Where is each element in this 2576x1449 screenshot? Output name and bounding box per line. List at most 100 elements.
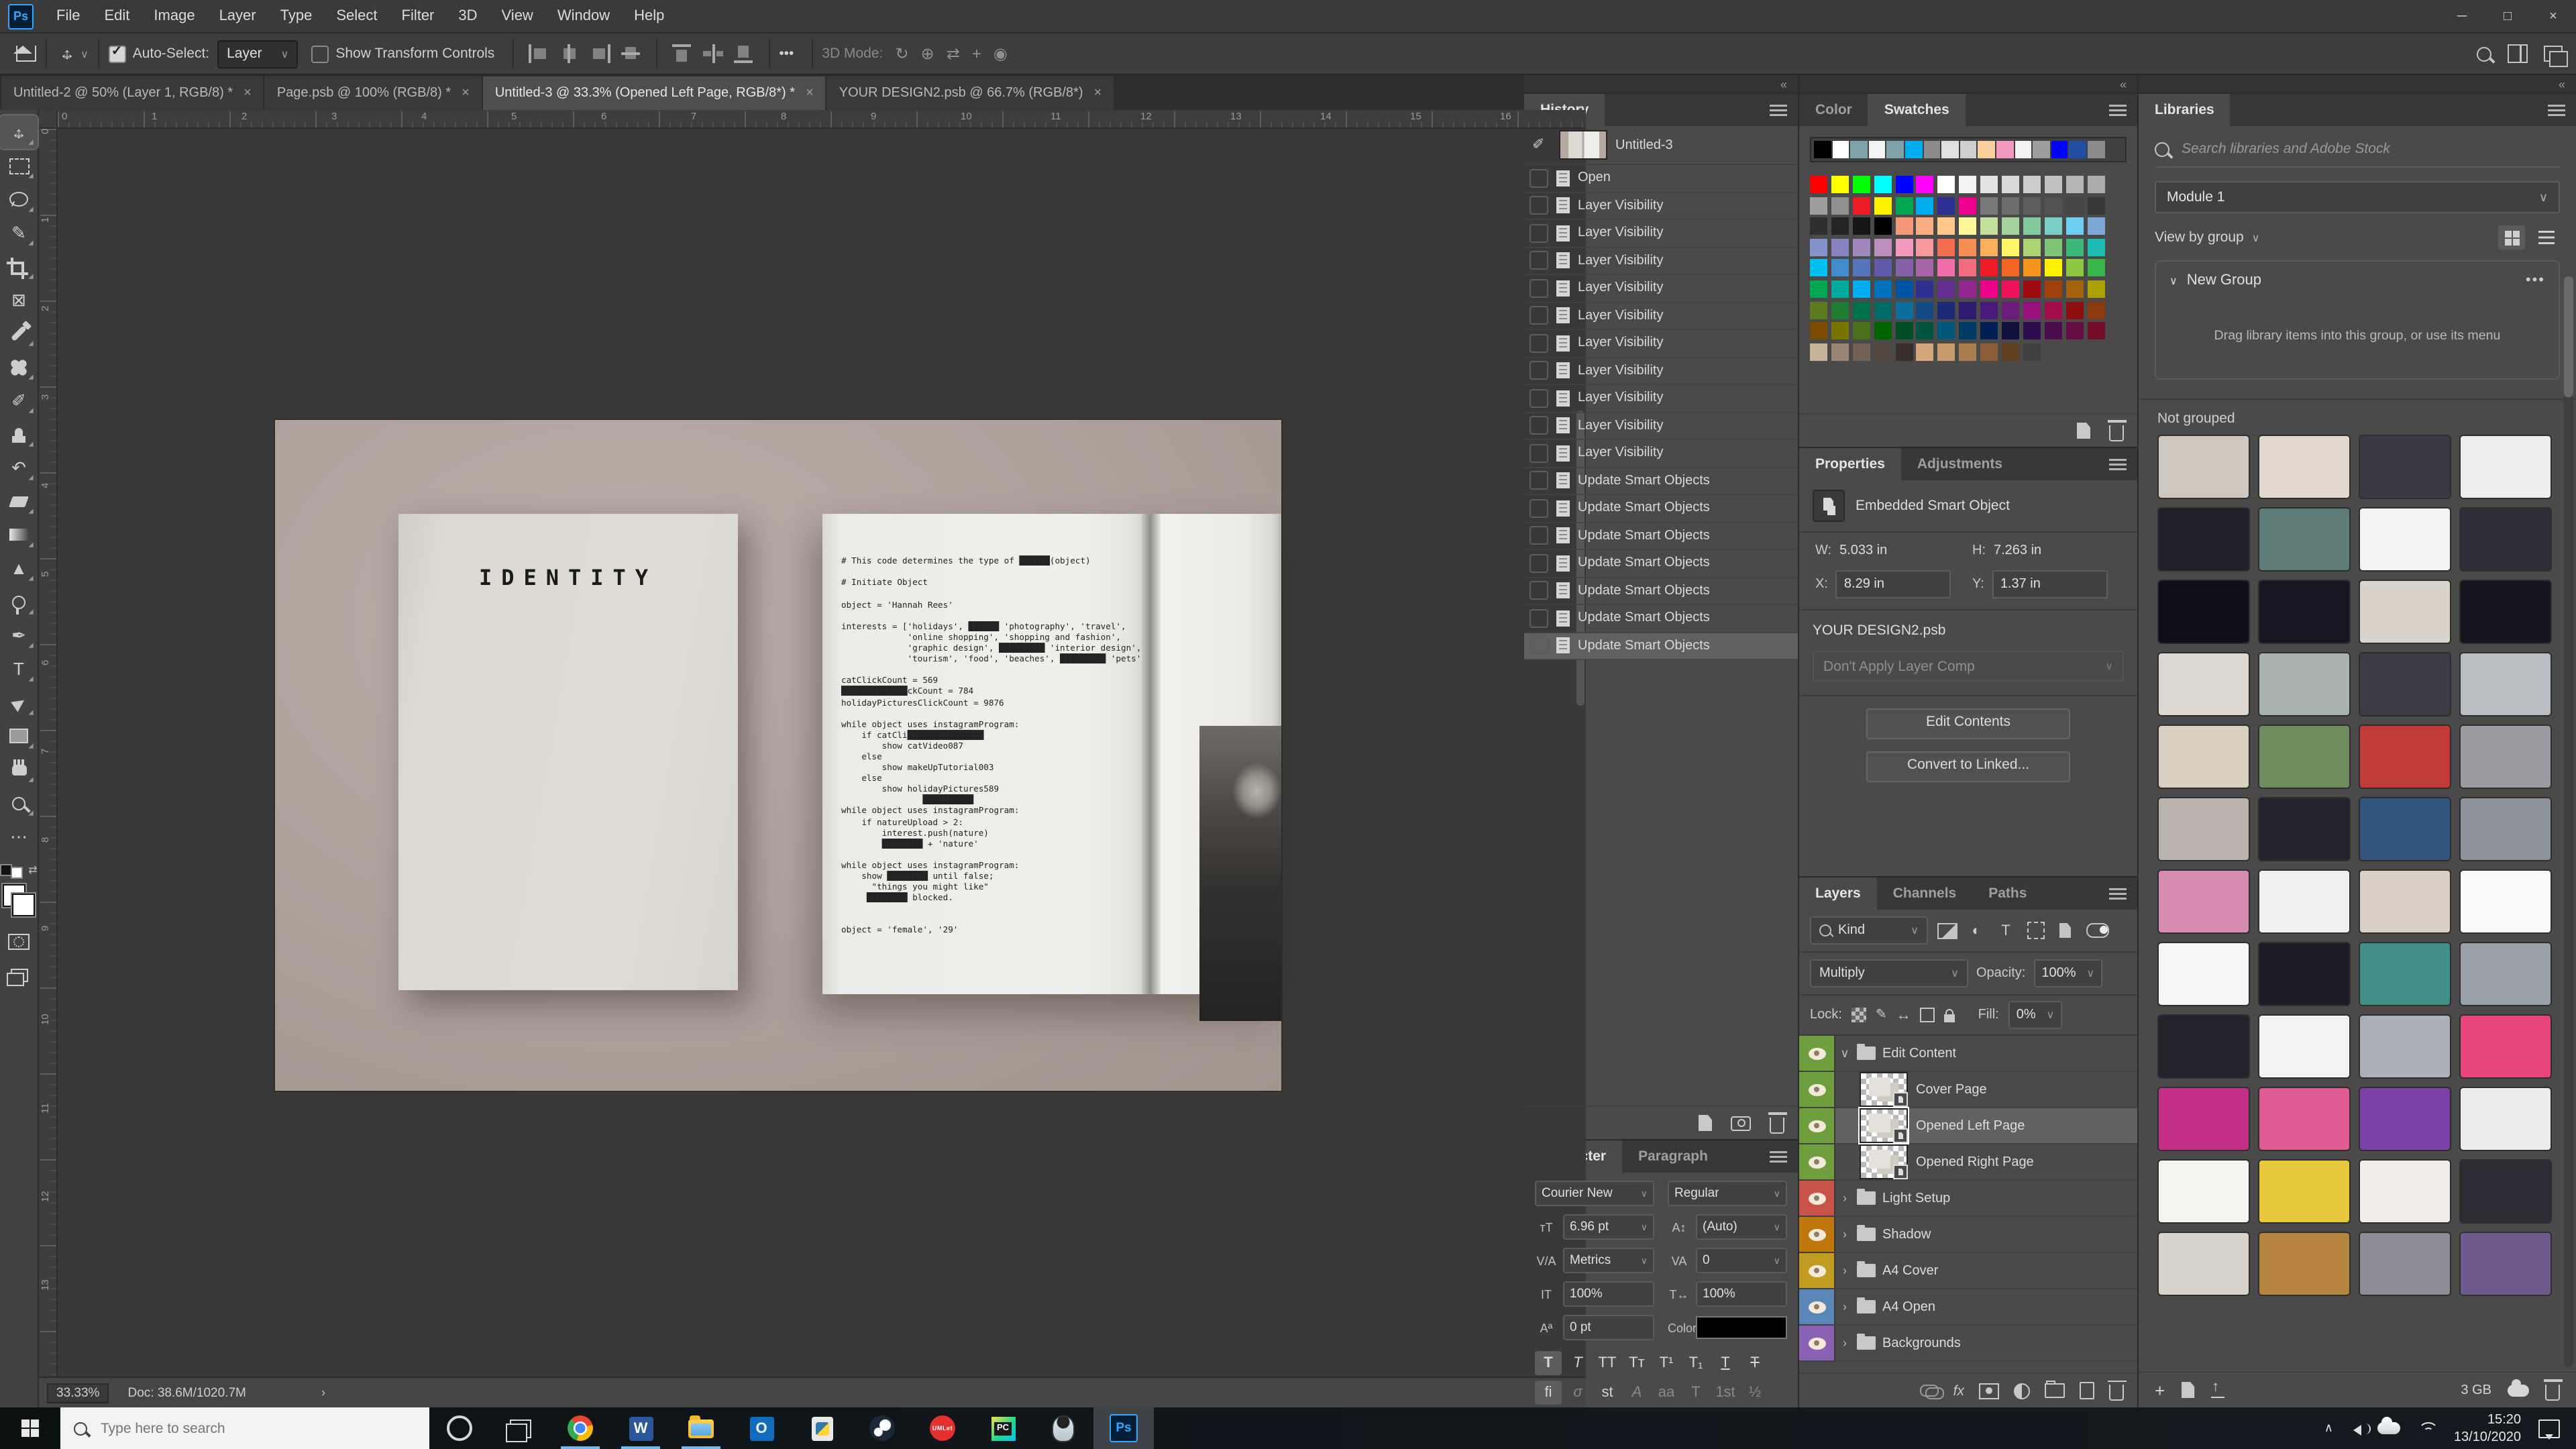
collapse-panels-icon[interactable]: « [1799, 75, 2137, 93]
tab-your-design2[interactable]: YOUR DESIGN2.psb @ 66.7% (RGB/8*)× [827, 76, 1114, 110]
menu-item[interactable]: Select [324, 0, 389, 32]
tab-color[interactable]: Color [1799, 94, 1868, 126]
group-expand-caret[interactable]: ∨ [1835, 1046, 1854, 1061]
swatch[interactable] [1917, 322, 1934, 339]
align-center-v-icon[interactable] [702, 44, 722, 63]
filter-pixel-layers-icon[interactable] [1936, 920, 1957, 941]
font-family-select[interactable]: Courier New∨ [1535, 1181, 1654, 1206]
library-asset[interactable] [2459, 1014, 2552, 1079]
faux-italic-button[interactable]: T [1564, 1351, 1591, 1375]
3d-drag-icon[interactable]: ⇄ [947, 44, 960, 63]
recent-swatch[interactable] [2088, 141, 2104, 158]
swatch[interactable] [2023, 343, 2041, 361]
panel-menu-icon[interactable] [2109, 105, 2127, 117]
outlook-icon[interactable]: O [731, 1407, 792, 1449]
filter-type-layers-icon[interactable]: T [1995, 920, 2017, 941]
file-explorer-icon[interactable] [671, 1407, 731, 1449]
swatch[interactable] [1895, 301, 1913, 319]
document-canvas[interactable]: IDENTITY # This code determines the type… [275, 420, 1281, 1091]
swatch[interactable] [1810, 217, 1827, 235]
align-top-icon[interactable] [672, 44, 692, 63]
swatch[interactable] [1810, 197, 1827, 214]
zoom-level-field[interactable]: 33.33% [47, 1383, 109, 1403]
tab-adjustments[interactable]: Adjustments [1901, 448, 2019, 480]
swatch[interactable] [1959, 322, 1976, 339]
penguin-app-icon[interactable] [1033, 1407, 1093, 1449]
lock-all-icon[interactable] [1945, 1014, 1955, 1022]
library-asset[interactable] [2459, 1232, 2552, 1296]
baseline-shift-field[interactable]: 0 pt [1563, 1315, 1654, 1340]
swatch[interactable] [2087, 176, 2104, 193]
swatch[interactable] [2087, 322, 2104, 339]
swatch[interactable] [1917, 217, 1934, 235]
add-mask-icon[interactable] [1979, 1383, 1999, 1399]
dodge-tool[interactable] [0, 585, 38, 619]
library-asset[interactable] [2157, 435, 2250, 499]
library-asset[interactable] [2258, 435, 2351, 499]
layer-row-backgrounds[interactable]: › Backgrounds [1799, 1326, 2137, 1362]
swatch[interactable] [2045, 217, 2062, 235]
library-asset[interactable] [2459, 1159, 2552, 1224]
swatch[interactable] [2065, 176, 2083, 193]
home-icon[interactable] [16, 46, 36, 62]
history-source-checkbox[interactable] [1529, 554, 1548, 573]
history-source-checkbox[interactable] [1529, 197, 1548, 215]
default-colors-icon[interactable]: ⇄ [0, 861, 37, 879]
history-entry[interactable]: Layer Visibility [1524, 220, 1798, 248]
swatch[interactable] [1874, 322, 1891, 339]
swatch[interactable] [1938, 280, 1955, 298]
swatch[interactable] [2087, 280, 2104, 298]
taskbar-search[interactable] [60, 1407, 429, 1449]
library-asset[interactable] [2157, 869, 2250, 934]
y-position-field[interactable] [1992, 570, 2108, 598]
swatch[interactable] [1959, 239, 1976, 256]
swatch[interactable] [1810, 301, 1827, 319]
auto-select-checkbox[interactable] [109, 45, 126, 62]
all-caps-button[interactable]: TT [1594, 1351, 1621, 1375]
swatch[interactable] [1980, 322, 1998, 339]
layer-style-icon[interactable]: fx [1953, 1383, 1964, 1399]
list-view-icon[interactable] [2533, 225, 2560, 250]
workspace-switcher-icon[interactable] [2508, 44, 2528, 63]
visibility-eye-icon[interactable] [1808, 1228, 1825, 1240]
tab-channels[interactable]: Channels [1877, 877, 1973, 910]
swatch[interactable] [2002, 301, 2019, 319]
library-asset[interactable] [2459, 724, 2552, 789]
history-source-checkbox[interactable] [1529, 444, 1548, 463]
swatch[interactable] [1853, 280, 1870, 298]
status-arrow-icon[interactable]: › [321, 1385, 325, 1400]
blur-tool[interactable]: ▲ [0, 551, 38, 585]
tab-untitled-2[interactable]: Untitled-2 @ 50% (Layer 1, RGB/8) *× [1, 76, 264, 110]
swatch[interactable] [1895, 217, 1913, 235]
new-library-item-icon[interactable] [2181, 1382, 2194, 1398]
layer-row-a4-open[interactable]: › A4 Open [1799, 1289, 2137, 1326]
history-source-checkbox[interactable] [1529, 279, 1548, 298]
titling-alternates-button[interactable]: T [1682, 1381, 1709, 1405]
hand-tool[interactable] [0, 753, 38, 786]
adjustment-layer-icon[interactable] [2014, 1383, 2030, 1399]
layer-row-a4-cover[interactable]: › A4 Cover [1799, 1253, 2137, 1289]
vertical-scale-field[interactable]: 100% [1563, 1281, 1654, 1307]
visibility-eye-icon[interactable] [1808, 1083, 1825, 1095]
history-source-checkbox[interactable] [1529, 307, 1548, 325]
edit-toolbar-icon[interactable]: ⋯ [0, 820, 38, 853]
recent-swatch[interactable] [1814, 141, 1831, 158]
history-entry[interactable]: Layer Visibility [1524, 248, 1798, 275]
swatch[interactable] [1874, 217, 1891, 235]
menu-item[interactable]: Type [268, 0, 325, 32]
python-file-icon[interactable] [792, 1407, 852, 1449]
swatch[interactable] [1938, 239, 1955, 256]
close-tab-icon[interactable]: × [806, 86, 814, 101]
swatch[interactable] [1853, 260, 1870, 277]
library-asset[interactable] [2258, 1014, 2351, 1079]
swatch[interactable] [2045, 280, 2062, 298]
history-entry[interactable]: Layer Visibility [1524, 413, 1798, 440]
menu-item[interactable]: Layer [207, 0, 268, 32]
panel-menu-icon[interactable] [1770, 1151, 1787, 1163]
swatch[interactable] [1853, 343, 1870, 361]
recent-swatch[interactable] [1850, 141, 1867, 158]
clone-stamp-tool[interactable] [0, 417, 38, 451]
layer-row-opened-left-page[interactable]: Opened Left Page [1799, 1108, 2137, 1144]
swatch[interactable] [1938, 260, 1955, 277]
library-asset[interactable] [2258, 652, 2351, 716]
